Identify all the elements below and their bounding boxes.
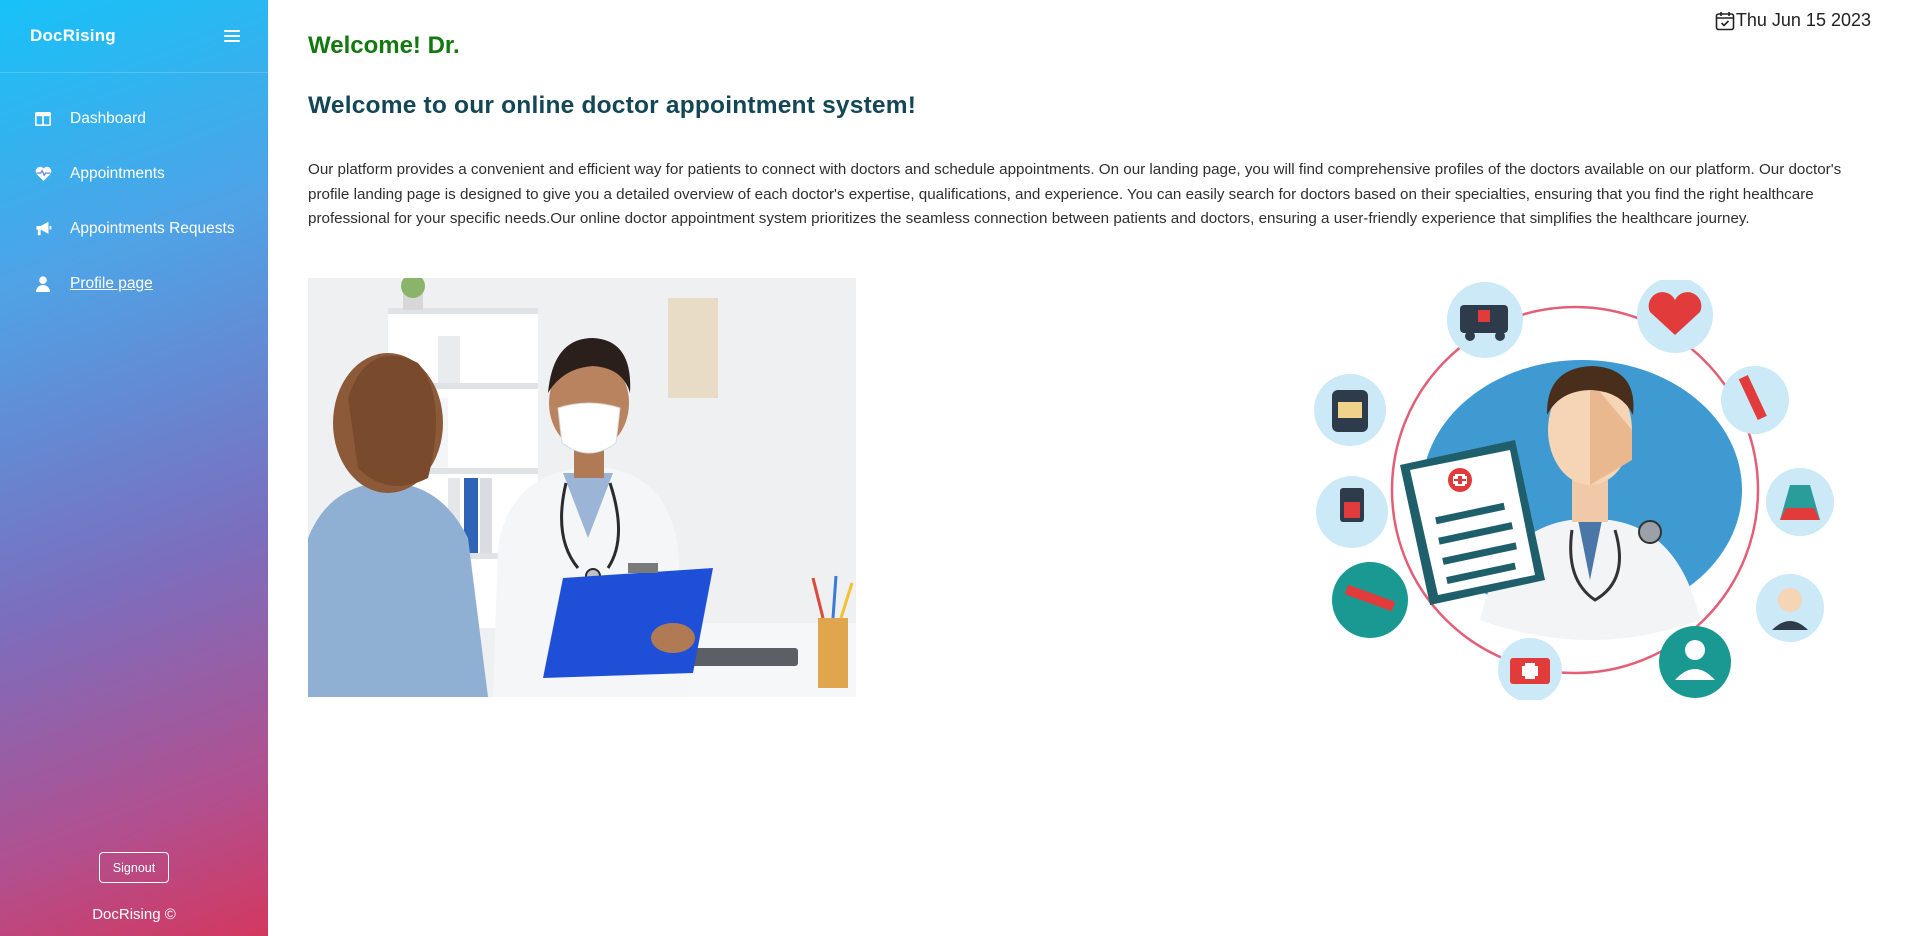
brand-logo[interactable]: DocRising bbox=[30, 26, 116, 46]
sidebar-item-appointments[interactable]: Appointments bbox=[0, 146, 268, 201]
user-icon bbox=[33, 274, 53, 294]
doctor-illustration bbox=[1310, 277, 1840, 702]
heart-pulse-icon bbox=[33, 164, 53, 184]
date-text: Thu Jun 15 2023 bbox=[1735, 10, 1871, 30]
sidebar: DocRising Dashboard Appointments Appoint… bbox=[0, 0, 268, 936]
sidebar-item-dashboard[interactable]: Dashboard bbox=[0, 91, 268, 146]
dashboard-icon bbox=[33, 109, 53, 129]
calendar-check-icon bbox=[1715, 11, 1735, 30]
sidebar-item-label: Dashboard bbox=[70, 109, 146, 127]
sidebar-footer: DocRising © bbox=[92, 906, 176, 923]
sidebar-item-label: Profile page bbox=[70, 274, 153, 292]
welcome-heading: Welcome! Dr. bbox=[308, 32, 460, 59]
megaphone-icon bbox=[33, 219, 53, 239]
sidebar-item-profile[interactable]: Profile page bbox=[0, 256, 268, 311]
doctor-consultation-photo bbox=[308, 278, 856, 697]
menu-toggle-icon[interactable] bbox=[224, 29, 240, 43]
intro-paragraph: Our platform provides a convenient and e… bbox=[308, 161, 1842, 227]
sidebar-item-appointments-requests[interactable]: Appointments Requests bbox=[0, 201, 268, 256]
sidebar-header: DocRising bbox=[0, 0, 268, 73]
current-date: Thu Jun 15 2023 bbox=[1715, 10, 1871, 31]
sidebar-nav: Dashboard Appointments Appointments Requ… bbox=[0, 73, 268, 311]
sidebar-item-label: Appointments bbox=[70, 164, 165, 182]
sidebar-item-label: Appointments Requests bbox=[70, 219, 235, 237]
signout-button[interactable]: Signout bbox=[99, 852, 169, 883]
page-title: Welcome to our online doctor appointment… bbox=[308, 92, 917, 119]
